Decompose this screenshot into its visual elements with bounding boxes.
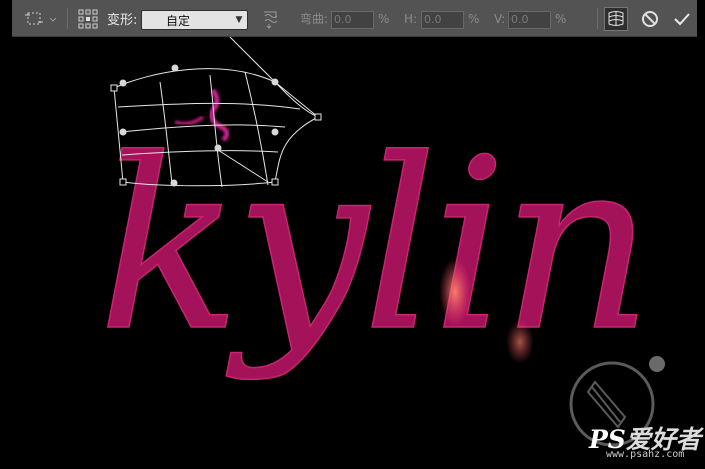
h-distortion-percent: % xyxy=(468,11,480,26)
v-distortion-input[interactable]: 0.0 xyxy=(508,11,551,29)
options-bar: 变形: 自定 ▼ 弯曲: 0.0 % H: 0.0 % V: 0.0 % xyxy=(12,0,697,37)
commit-icon xyxy=(674,12,690,25)
bend-label: 弯曲: xyxy=(300,12,329,26)
bend-input[interactable]: 0.0 xyxy=(331,11,374,29)
warp-style-select[interactable]: 自定 ▼ xyxy=(141,10,248,30)
transform-mode-icon xyxy=(25,12,57,24)
commit-transform-button[interactable] xyxy=(672,0,692,37)
v-distortion-percent: % xyxy=(555,11,567,26)
warp-toggle-icon xyxy=(608,10,624,26)
h-distortion-label: H: xyxy=(404,11,418,26)
reference-point-button[interactable] xyxy=(78,0,98,37)
canvas-artwork: kylin xyxy=(97,36,665,447)
change-orientation-button[interactable] xyxy=(261,0,281,37)
v-distortion-label: V: xyxy=(494,11,506,26)
cancel-transform-button[interactable] xyxy=(640,0,660,37)
reference-point-icon xyxy=(78,9,98,28)
nebula-glow xyxy=(439,258,471,326)
h-distortion-input[interactable]: 0.0 xyxy=(421,11,464,29)
warp-toggle-button[interactable] xyxy=(604,0,628,37)
change-orientation-icon xyxy=(264,11,278,29)
cancel-icon xyxy=(642,10,658,27)
chevron-down-icon: ▼ xyxy=(235,15,243,25)
bend-percent: % xyxy=(378,11,390,26)
kylin-text: kylin xyxy=(98,108,647,383)
nebula-glow xyxy=(506,320,534,364)
psahz-url: www.psahz.com xyxy=(606,449,685,460)
transform-mode-button[interactable] xyxy=(24,0,58,37)
warp-label: 变形: xyxy=(107,13,138,28)
warp-style-value: 自定 xyxy=(166,13,191,28)
document-canvas[interactable]: kylin xyxy=(0,36,705,465)
